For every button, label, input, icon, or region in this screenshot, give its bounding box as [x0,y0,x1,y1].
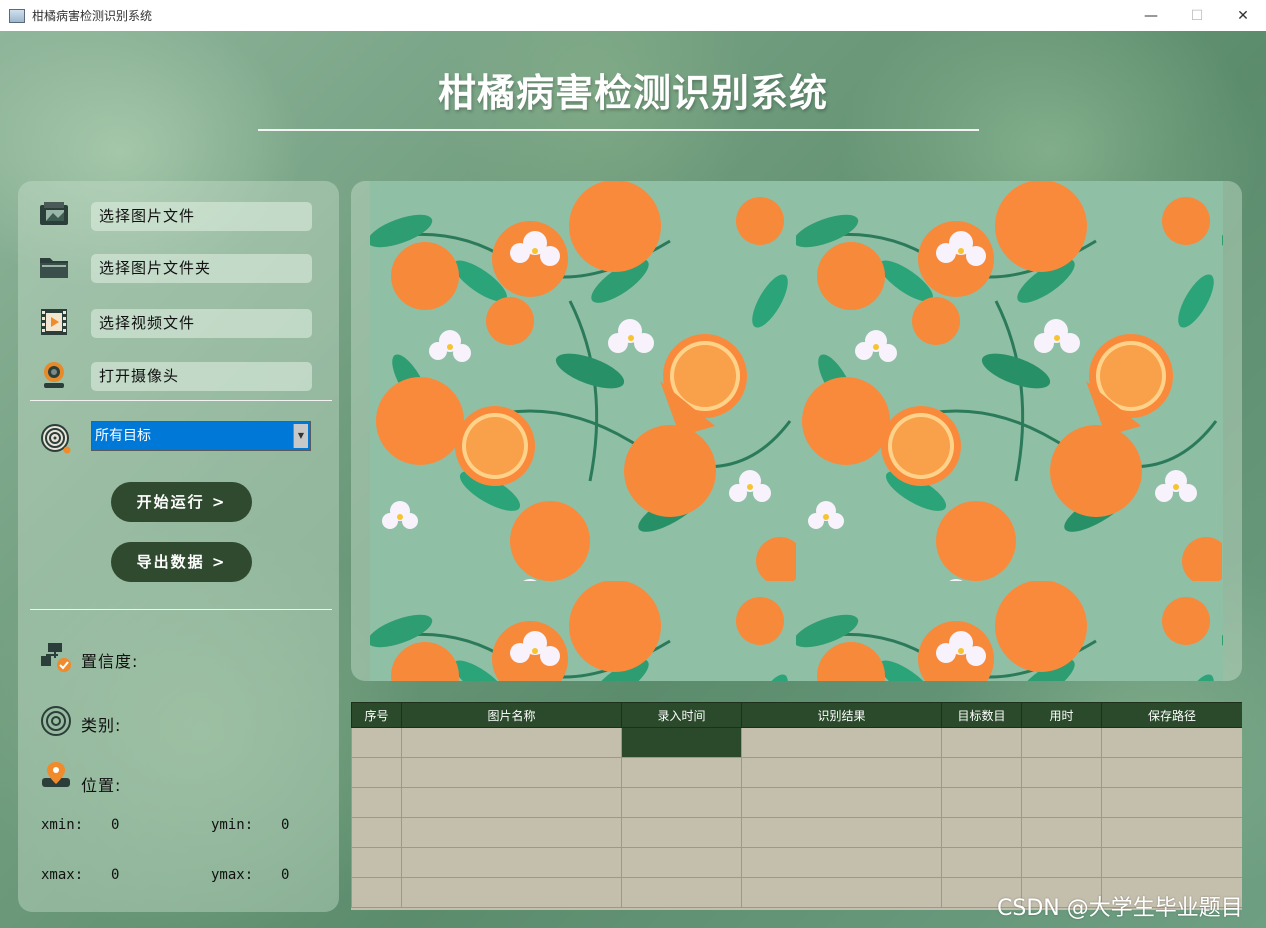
open-camera-button[interactable]: 打开摄像头 [91,362,312,391]
confidence-label: 置信度: [81,652,139,671]
target-select[interactable]: 所有目标 ▼ [91,421,311,451]
select-video-button[interactable]: 选择视频文件 [91,309,312,338]
table-cell[interactable] [401,817,622,848]
export-button[interactable]: 导出数据 > [111,542,252,582]
app-icon [9,8,25,23]
confidence-icon [41,643,71,672]
table-row[interactable] [351,787,1242,818]
video-file-icon [41,309,67,335]
xmin-value: 0 [111,817,120,833]
table-cell[interactable] [941,727,1022,758]
table-cell[interactable] [1101,787,1242,818]
table-cell[interactable] [1021,847,1102,878]
watermark: CSDN @大学生毕业题目 [997,896,1243,921]
camera-icon [44,362,64,388]
table-cell[interactable] [401,787,622,818]
table-cell[interactable] [621,877,742,908]
table-row[interactable] [351,847,1242,878]
table-cell[interactable] [741,787,942,818]
table-cell[interactable] [621,787,742,818]
position-label: 位置: [81,776,122,795]
table-cell[interactable] [621,817,742,848]
table-cell[interactable] [941,787,1022,818]
table-cell[interactable] [741,847,942,878]
ymax-value: 0 [281,867,290,883]
image-file-icon [40,202,68,225]
column-header-time[interactable]: 录入时间 [621,702,742,728]
control-panel: 选择图片文件 选择图片文件夹 选择视频文件 打开摄像头 所有目标 ▼ 开始运行 … [18,181,339,912]
category-label: 类别: [81,716,122,735]
table-cell[interactable] [401,727,622,758]
target-select-value: 所有目标 [95,428,151,444]
table-cell[interactable] [1021,817,1102,848]
table-cell[interactable] [351,727,402,758]
divider [30,609,332,610]
table-cell[interactable] [741,877,942,908]
table-cell[interactable] [1101,817,1242,848]
divider [30,400,332,401]
table-cell[interactable] [941,817,1022,848]
source-folder-row[interactable]: 选择图片文件夹 [18,252,339,284]
minimize-button[interactable]: — [1128,0,1174,31]
table-cell[interactable] [401,757,622,788]
orange-pattern-image [370,181,1223,681]
ymax-label: ymax: [211,867,254,883]
table-cell[interactable] [1101,847,1242,878]
table-cell[interactable] [1101,757,1242,788]
table-cell[interactable] [741,727,942,758]
table-cell[interactable] [1021,787,1102,818]
ymin-value: 0 [281,817,290,833]
table-cell[interactable] [741,757,942,788]
table-cell[interactable] [621,847,742,878]
page-title: 柑橘病害检测识别系统 [437,71,828,115]
table-cell[interactable] [351,787,402,818]
folder-icon [40,258,68,278]
table-cell[interactable] [941,757,1022,788]
maximize-button[interactable]: ☐ [1174,0,1220,31]
table-cell-selected[interactable] [621,727,742,758]
column-header-save-path[interactable]: 保存路径 [1101,702,1242,728]
table-row[interactable] [351,727,1242,758]
xmax-label: xmax: [41,867,84,883]
table-cell[interactable] [1021,727,1102,758]
results-table[interactable]: 序号 图片名称 录入时间 识别结果 目标数目 用时 保存路径 [351,702,1242,910]
table-cell[interactable] [401,847,622,878]
select-image-button[interactable]: 选择图片文件 [91,202,312,231]
start-button[interactable]: 开始运行 > [111,482,252,522]
source-image-row[interactable]: 选择图片文件 [18,200,339,232]
close-button[interactable]: ✕ [1220,0,1266,31]
table-row[interactable] [351,817,1242,848]
xmax-value: 0 [111,867,120,883]
table-cell[interactable] [351,847,402,878]
column-header-count[interactable]: 目标数目 [941,702,1022,728]
column-header-result[interactable]: 识别结果 [741,702,942,728]
title-divider [258,129,979,131]
table-cell[interactable] [351,877,402,908]
image-display [351,181,1242,681]
table-cell[interactable] [1101,727,1242,758]
column-header-duration[interactable]: 用时 [1021,702,1102,728]
column-header-image-name[interactable]: 图片名称 [401,702,622,728]
table-cell[interactable] [401,877,622,908]
table-header-row: 序号 图片名称 录入时间 识别结果 目标数目 用时 保存路径 [351,702,1242,728]
table-cell[interactable] [621,757,742,788]
table-cell[interactable] [741,817,942,848]
window-titlebar: 柑橘病害检测识别系统 — ☐ ✕ [0,0,1266,32]
chevron-down-icon[interactable]: ▼ [293,424,308,448]
source-video-row[interactable]: 选择视频文件 [18,307,339,339]
xmin-label: xmin: [41,817,84,833]
window-title: 柑橘病害检测识别系统 [32,9,153,23]
location-icon [42,762,70,787]
target-icon [41,424,71,454]
table-cell[interactable] [941,847,1022,878]
table-cell[interactable] [351,817,402,848]
ymin-label: ymin: [211,817,254,833]
select-folder-button[interactable]: 选择图片文件夹 [91,254,312,283]
source-camera-row[interactable]: 打开摄像头 [18,360,339,392]
table-cell[interactable] [1021,757,1102,788]
table-row[interactable] [351,757,1242,788]
column-header-index[interactable]: 序号 [351,702,402,728]
category-icon [41,706,71,736]
table-cell[interactable] [351,757,402,788]
